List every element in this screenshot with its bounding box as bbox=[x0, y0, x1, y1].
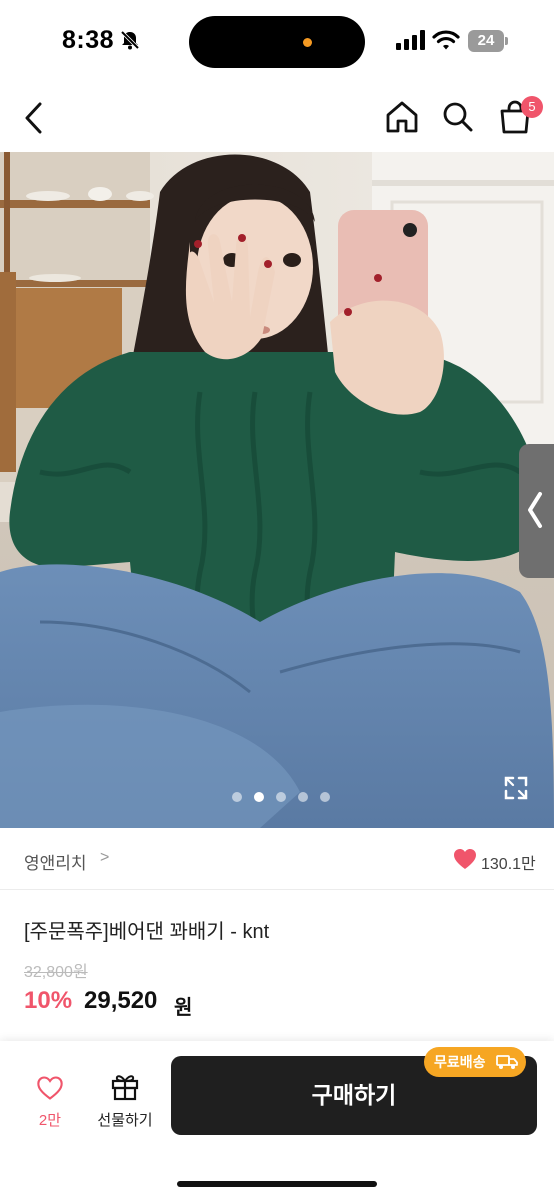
dynamic-island bbox=[189, 16, 365, 68]
seller-name[interactable]: 영앤리치 bbox=[24, 849, 87, 874]
status-bar: 8:38 24 bbox=[0, 0, 554, 80]
sale-price: 29,520 bbox=[84, 987, 158, 1014]
chevron-left-icon bbox=[528, 492, 542, 528]
product-photo bbox=[0, 152, 554, 828]
carousel-dot[interactable] bbox=[320, 792, 330, 802]
gift-button[interactable]: 선물하기 bbox=[90, 1067, 160, 1131]
carousel-dot[interactable] bbox=[232, 792, 242, 802]
gift-icon bbox=[111, 1075, 139, 1101]
carousel-dot-active[interactable] bbox=[254, 792, 264, 802]
delivery-truck-icon bbox=[496, 1055, 518, 1069]
battery-tip bbox=[505, 37, 508, 45]
wishlist-count: 2만 bbox=[38, 1112, 62, 1129]
status-time: 8:38 bbox=[62, 26, 115, 54]
discount-rate: 10% bbox=[24, 987, 73, 1014]
wifi-icon bbox=[432, 30, 460, 50]
search-icon[interactable] bbox=[438, 97, 478, 137]
nav-bar bbox=[0, 80, 554, 152]
seller-row[interactable]: 영앤리치 > 130.1만 bbox=[0, 828, 554, 890]
carousel-dot[interactable] bbox=[276, 792, 286, 802]
carousel-dot[interactable] bbox=[298, 792, 308, 802]
heart-filled-icon[interactable] bbox=[453, 848, 477, 870]
battery-indicator: 24 bbox=[468, 30, 508, 52]
bottom-action-bar: 2만 선물하기 구매하기 무료배송 bbox=[0, 1041, 554, 1200]
sale-price-unit: 원 bbox=[174, 997, 193, 1019]
privacy-indicator bbox=[303, 38, 312, 47]
wishlist-button[interactable]: 2만 bbox=[24, 1069, 76, 1131]
product-info: [주문폭주]베어댄 꽈배기 - knt 32,800원 10% 29,520 원 bbox=[0, 891, 554, 1041]
home-indicator[interactable] bbox=[177, 1181, 377, 1187]
free-shipping-label: 무료배송 bbox=[434, 1054, 486, 1070]
battery-level: 24 bbox=[468, 30, 504, 52]
like-count: 130.1만 bbox=[481, 856, 536, 873]
free-shipping-badge: 무료배송 bbox=[424, 1047, 526, 1077]
expand-icon[interactable] bbox=[500, 772, 532, 804]
carousel-indicator bbox=[0, 792, 554, 804]
back-arrow-icon[interactable] bbox=[18, 98, 52, 138]
gift-label: 선물하기 bbox=[97, 1112, 153, 1129]
cart-count-badge: 5 bbox=[521, 96, 543, 118]
product-image[interactable] bbox=[0, 152, 554, 828]
heart-outline-icon bbox=[37, 1076, 63, 1100]
product-title: [주문폭주]베어댄 꽈배기 - knt bbox=[24, 921, 270, 943]
chevron-right-icon: > bbox=[100, 849, 110, 866]
original-price: 32,800원 bbox=[24, 964, 88, 981]
side-panel-tab[interactable] bbox=[519, 444, 554, 578]
cellular-signal-icon bbox=[396, 30, 425, 50]
bell-off-icon bbox=[120, 30, 140, 50]
home-icon[interactable] bbox=[382, 97, 422, 137]
